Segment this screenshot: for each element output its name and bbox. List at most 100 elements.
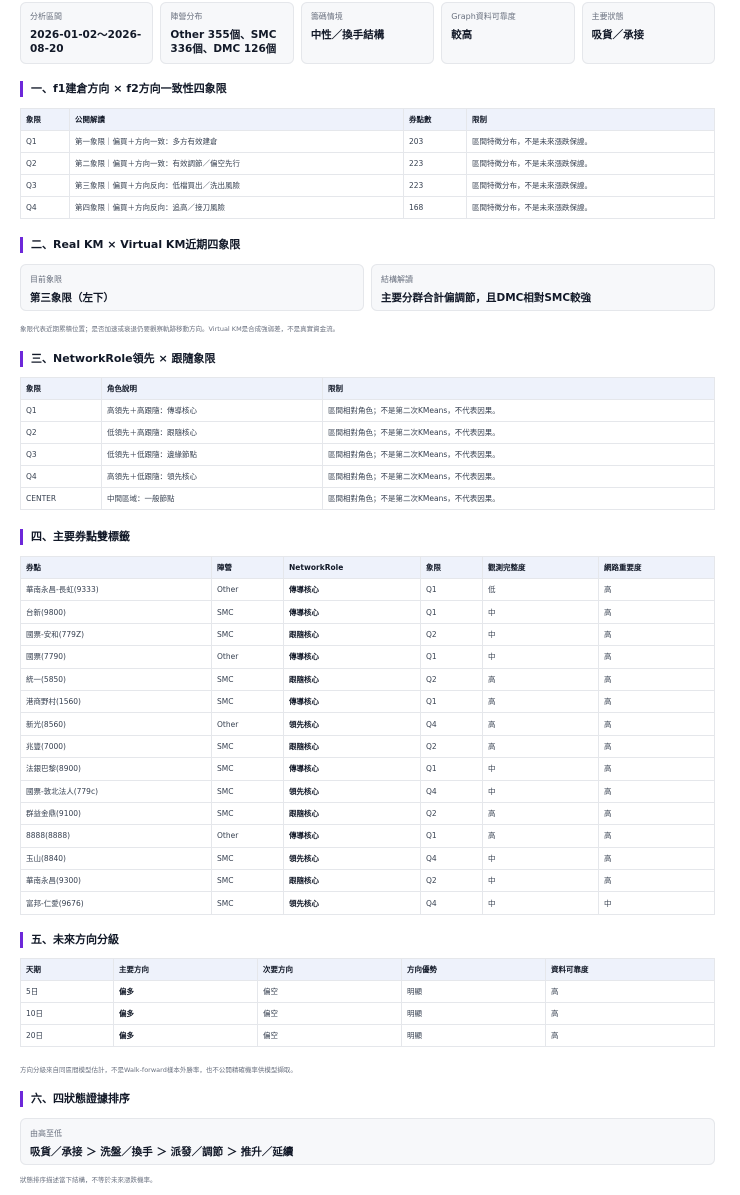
table-row: 國票-安和(779Z) SMC 跟隨核心 Q2 中高: [20, 622, 715, 646]
table-cell: 中: [482, 869, 599, 892]
table-cell: SMC: [211, 667, 284, 691]
table-cell: 領先核心: [283, 891, 421, 915]
table-row: 玉山(8840) SMC 領先核心 Q4 中高: [20, 846, 715, 870]
table-cell: 高: [598, 779, 715, 803]
table-cell: 港商野村(1560): [20, 689, 212, 713]
table-row: Q3 第三象限｜偏買＋方向反向：低檔買出／洗出風險 223 區間特徵分布，不是未來漲跌…: [20, 174, 715, 197]
card-value: 2026-01-02〜2026-08-20: [30, 29, 142, 55]
table-cell: 新光(8560): [20, 712, 212, 736]
card-label: 分析區間: [30, 12, 62, 21]
table-cell: 傳導核心: [283, 645, 421, 669]
table-cell: SMC: [211, 622, 284, 646]
table-cell: Q2: [420, 734, 483, 758]
table-cell: 中: [482, 846, 599, 870]
card-value: 吸貨／承接: [591, 29, 645, 41]
card-value: 中性／換手結構: [310, 29, 385, 41]
column-header: 限制: [322, 377, 715, 400]
table-cell: 區間相對角色；不是第二次KMeans，不代表因果。: [322, 465, 715, 488]
info-value: 主要分群合計偏調節，且DMC相對SMC較強: [381, 292, 592, 304]
table-cell: Q1: [20, 399, 102, 422]
table-row: 8888(8888) Other 傳導核心 Q1 高高: [20, 824, 715, 848]
table-cell: 領先核心: [283, 779, 421, 803]
table-cell: Q4: [420, 779, 483, 803]
summary-card-period: 分析區間 2026-01-02〜2026-08-20: [20, 2, 154, 64]
table-cell: 明顯: [401, 1024, 546, 1047]
table-cell: SMC: [211, 600, 284, 624]
table-cell: Q4: [20, 196, 70, 219]
table-cell: 低領先＋低跟隨：邊緣節點: [101, 443, 323, 466]
table-cell: 統一(5850): [20, 667, 212, 691]
table-cell: 華南永昌-長虹(9333): [20, 577, 212, 601]
table-cell: Q1: [420, 645, 483, 669]
table-cell: SMC: [211, 757, 284, 781]
table-cell: 中: [482, 622, 599, 646]
table-cell: 223: [403, 174, 467, 197]
column-header: 象限: [420, 556, 483, 579]
column-header: 角色說明: [101, 377, 323, 400]
column-header: 陣營: [211, 556, 284, 579]
table-cell: 223: [403, 152, 467, 175]
table-row: 華南永昌-長虹(9333) Other 傳導核心 Q1 低高: [20, 577, 715, 601]
table-header-row: 象限 角色說明 限制: [20, 377, 715, 400]
table-body: Q1 第一象限｜偏買＋方向一致：多方有效建倉 203 區間特徵分布，不是未來漲跌保證。…: [20, 130, 715, 219]
broker-label-table: 券點 陣營 NetworkRole 象限 觀測完整度 網路重要度 華南永昌-長虹…: [20, 556, 715, 915]
column-header: 象限: [20, 108, 70, 131]
table-row: 台新(9800) SMC 傳導核心 Q1 中高: [20, 600, 715, 624]
table-cell: Other: [211, 712, 284, 736]
table-cell: 高: [598, 824, 715, 848]
table-row: Q4 第四象限｜偏買＋方向反向：追高／接刀風險 168 區間特徵分布，不是未來漲跌保證…: [20, 196, 715, 219]
table-cell: 區間特徵分布，不是未來漲跌保證。: [466, 174, 715, 197]
table-cell: 第四象限｜偏買＋方向反向：追高／接刀風險: [69, 196, 404, 219]
table-cell: 偏空: [257, 1024, 402, 1047]
summary-card-scenario: 籌碼情境 中性／換手結構: [300, 2, 435, 64]
table-row: 兆豐(7000) SMC 跟隨核心 Q2 高高: [20, 734, 715, 758]
table-cell: Q2: [420, 667, 483, 691]
column-header: 網路重要度: [598, 556, 715, 579]
table-cell: 國票-安和(779Z): [20, 622, 212, 646]
table-cell: 區間相對角色；不是第二次KMeans，不代表因果。: [322, 487, 715, 510]
info-value: 第三象限（左下）: [30, 292, 114, 304]
table-cell: SMC: [211, 846, 284, 870]
table-cell: 10日: [20, 1002, 114, 1025]
table-cell: 高: [598, 846, 715, 870]
table-cell: Q1: [420, 689, 483, 713]
table-cell: SMC: [211, 891, 284, 915]
info-label: 目前象限: [30, 275, 62, 284]
direction-table: 天期 主要方向 次要方向 方向優勢 資料可靠度 5日 偏多 偏空 明顯高 10日 偏多 偏空…: [20, 958, 715, 1047]
table-cell: 高: [482, 801, 599, 825]
table-cell: 區間特徵分布，不是未來漲跌保證。: [466, 130, 715, 153]
card-label: Graph資料可靠度: [451, 12, 516, 21]
table-cell: Q3: [20, 443, 102, 466]
table-cell: 低領先＋高跟隨：跟隨核心: [101, 421, 323, 444]
card-label: 陣營分布: [170, 12, 203, 21]
summary-card-reliability: Graph資料可靠度 較高: [441, 2, 575, 64]
current-quadrant-box: 目前象限 第三象限（左下）: [20, 264, 364, 311]
table-cell: 區間相對角色；不是第二次KMeans，不代表因果。: [322, 443, 715, 466]
table-cell: 高: [598, 801, 715, 825]
table-cell: 跟隨核心: [283, 801, 421, 825]
table-cell: 中間區域：一般節點: [101, 487, 323, 510]
table-cell: 偏空: [257, 1002, 402, 1025]
column-header: 天期: [20, 958, 114, 981]
column-header: 主要方向: [113, 958, 258, 981]
column-header: 限制: [466, 108, 715, 131]
table-row: 華南永昌(9300) SMC 跟隨核心 Q2 中高: [20, 869, 715, 892]
table-cell: 富邦-仁愛(9676): [20, 891, 212, 915]
table-cell: 高: [598, 869, 715, 892]
table-cell: 跟隨核心: [283, 734, 421, 758]
table-cell: 高: [598, 712, 715, 736]
table-cell: 區間特徵分布，不是未來漲跌保證。: [466, 196, 715, 219]
table-cell: 高: [482, 667, 599, 691]
table-row: 群益金鼎(9100) SMC 跟隨核心 Q2 高高: [20, 801, 715, 825]
table-cell: 偏多: [113, 1024, 258, 1047]
table-cell: Q4: [420, 846, 483, 870]
table-cell: Q1: [20, 130, 70, 153]
table-header-row: 券點 陣營 NetworkRole 象限 觀測完整度 網路重要度: [20, 556, 715, 579]
table-cell: 國票(7790): [20, 645, 212, 669]
table-cell: Q3: [20, 174, 70, 197]
table-cell: Q2: [20, 152, 70, 175]
table-cell: 高: [598, 622, 715, 646]
table-cell: 高: [482, 734, 599, 758]
table-cell: Q1: [420, 600, 483, 624]
table-cell: 高領先＋高跟隨：傳導核心: [101, 399, 323, 422]
